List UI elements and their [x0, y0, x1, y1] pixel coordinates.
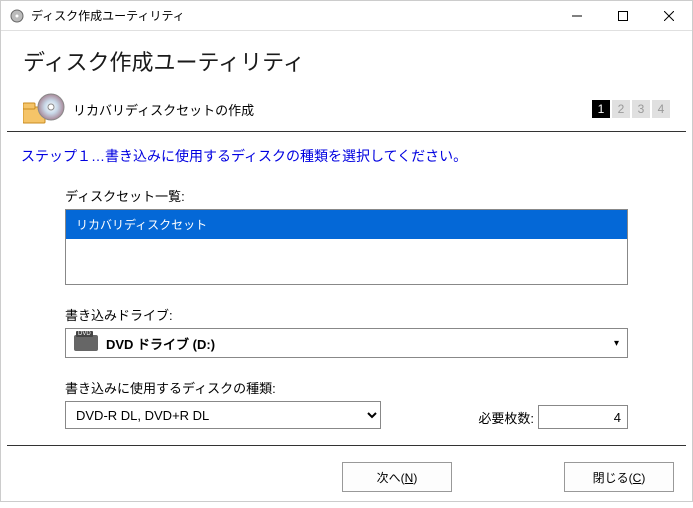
step-1: 1 — [592, 100, 610, 118]
header: ディスク作成ユーティリティ — [1, 31, 692, 89]
window-controls — [554, 1, 692, 31]
step-instruction: ステップ１…書き込みに使用するディスクの種類を選択してください。 — [1, 132, 692, 176]
drive-label: 書き込みドライブ: — [65, 305, 628, 324]
step-3: 3 — [632, 100, 650, 118]
drive-select[interactable]: DVD ドライブ (D:) ▾ — [65, 328, 628, 358]
maximize-button[interactable] — [600, 1, 646, 31]
list-item[interactable]: リカバリディスクセット — [66, 210, 627, 239]
app-icon — [9, 8, 25, 24]
footer: 次へ(N) 閉じる(C) — [7, 445, 686, 508]
dvd-drive-icon — [74, 335, 98, 351]
diskset-listbox[interactable]: リカバリディスクセット — [65, 209, 628, 285]
minimize-button[interactable] — [554, 1, 600, 31]
step-4: 4 — [652, 100, 670, 118]
content-area: ディスクセット一覧: リカバリディスクセット 書き込みドライブ: DVD ドライ… — [1, 176, 692, 445]
disc-folder-icon — [23, 93, 65, 125]
window-title: ディスク作成ユーティリティ — [31, 7, 554, 24]
drive-value: DVD ドライブ (D:) — [106, 334, 614, 353]
titlebar: ディスク作成ユーティリティ — [1, 1, 692, 31]
step-2: 2 — [612, 100, 630, 118]
step-indicator: 1 2 3 4 — [592, 100, 670, 118]
diskset-list-label: ディスクセット一覧: — [65, 186, 628, 205]
count-label: 必要枚数: — [478, 408, 534, 427]
page-title: ディスク作成ユーティリティ — [23, 45, 670, 77]
close-button[interactable] — [646, 1, 692, 31]
count-input[interactable] — [538, 405, 628, 429]
app-window: ディスク作成ユーティリティ ディスク作成ユーティリティ リカバリディスクセットの… — [0, 0, 693, 502]
close-dialog-button[interactable]: 閉じる(C) — [564, 462, 674, 492]
section-label: リカバリディスクセットの作成 — [73, 100, 592, 119]
next-button[interactable]: 次へ(N) — [342, 462, 452, 492]
chevron-down-icon: ▾ — [614, 338, 619, 349]
disc-type-select[interactable]: DVD-R DL, DVD+R DL — [65, 401, 381, 429]
disc-type-label: 書き込みに使用するディスクの種類: — [65, 378, 381, 397]
section-bar: リカバリディスクセットの作成 1 2 3 4 — [7, 89, 686, 132]
